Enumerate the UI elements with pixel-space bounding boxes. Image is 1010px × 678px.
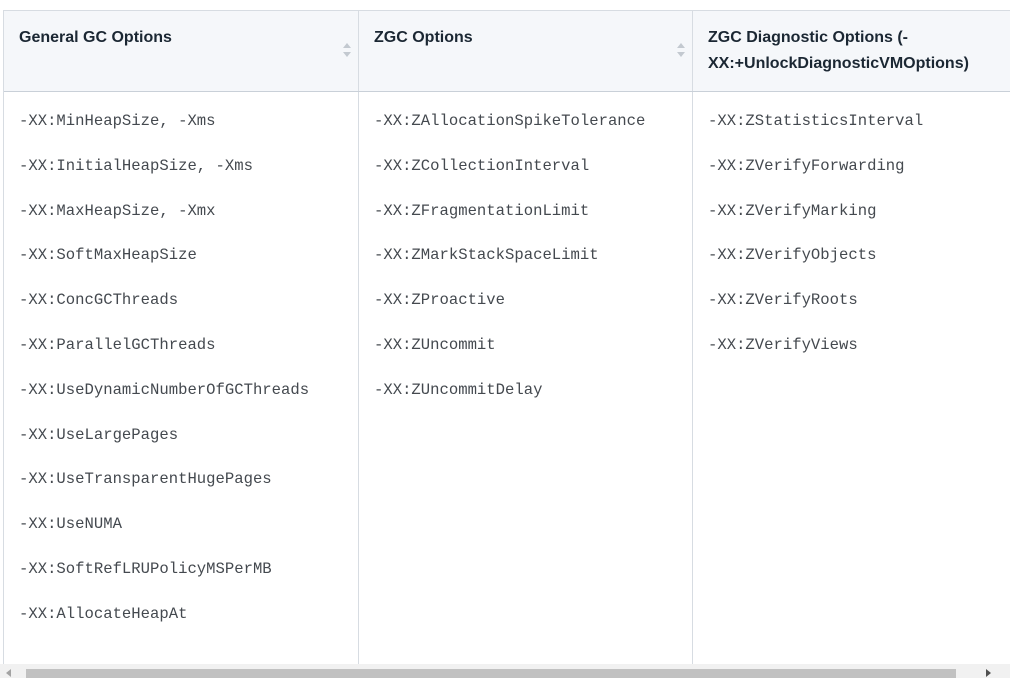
option-item: -XX:ZVerifyObjects	[708, 246, 877, 265]
column-header-general-gc-options[interactable]: General GC Options	[4, 11, 359, 91]
option-item: -XX:ZFragmentationLimit	[374, 201, 590, 220]
option-item: -XX:UseTransparentHugePages	[19, 470, 272, 489]
option-item: -XX:ParallelGCThreads	[19, 335, 216, 354]
option-item: -XX:ZUncommit	[374, 335, 496, 354]
option-item: -XX:MinHeapSize, -Xms	[19, 112, 216, 130]
option-item: -XX:ZMarkStackSpaceLimit	[374, 246, 599, 265]
option-item: -XX:ZUncommitDelay	[374, 380, 543, 399]
option-item: -XX:SoftMaxHeapSize	[19, 246, 197, 265]
option-item: -XX:ZAllocationSpikeTolerance	[374, 112, 646, 130]
option-item: -XX:AllocateHeapAt	[19, 604, 188, 623]
option-item: -XX:ZVerifyMarking	[708, 201, 877, 220]
column-header-label: ZGC Options	[374, 29, 473, 46]
option-item: -XX:UseDynamicNumberOfGCThreads	[19, 380, 310, 399]
table-body: -XX:MinHeapSize, -Xms -XX:InitialHeapSiz…	[4, 92, 1010, 672]
option-item: -XX:ZStatisticsInterval	[708, 112, 924, 130]
table-header: General GC Options ZGC Options ZGC Diagn…	[4, 11, 1010, 92]
table-cell-zgc-options: -XX:ZAllocationSpikeTolerance -XX:ZColle…	[359, 92, 693, 672]
scrollbar-thumb[interactable]	[26, 669, 956, 678]
option-item: -XX:MaxHeapSize, -Xmx	[19, 201, 216, 220]
option-item: -XX:ZProactive	[374, 291, 506, 310]
options-table-container: General GC Options ZGC Options ZGC Diagn…	[0, 0, 1010, 678]
sort-arrows-icon[interactable]	[342, 40, 352, 60]
option-item: -XX:ZVerifyViews	[708, 335, 858, 354]
table-cell-general-gc-options: -XX:MinHeapSize, -Xms -XX:InitialHeapSiz…	[4, 92, 359, 672]
option-item: -XX:ZVerifyRoots	[708, 291, 858, 310]
option-item: -XX:ConcGCThreads	[19, 291, 179, 310]
column-header-zgc-options[interactable]: ZGC Options	[359, 11, 693, 91]
column-header-label: General GC Options	[19, 29, 172, 46]
scroll-right-arrow-icon[interactable]	[986, 669, 991, 677]
option-item: -XX:UseNUMA	[19, 515, 122, 534]
sort-arrows-icon[interactable]	[676, 40, 686, 60]
option-item: -XX:InitialHeapSize, -Xms	[19, 156, 253, 175]
option-item: -XX:ZCollectionInterval	[374, 156, 590, 175]
gc-options-table: General GC Options ZGC Options ZGC Diagn…	[3, 10, 1010, 672]
column-header-label: ZGC Diagnostic Options (-XX:+UnlockDiagn…	[708, 29, 969, 72]
option-item: -XX:SoftRefLRUPolicyMSPerMB	[19, 559, 272, 578]
table-cell-zgc-diagnostic-options: -XX:ZStatisticsInterval -XX:ZVerifyForwa…	[693, 92, 1010, 672]
horizontal-scrollbar[interactable]	[0, 664, 1010, 678]
scroll-left-arrow-icon[interactable]	[6, 669, 11, 677]
option-item: -XX:ZVerifyForwarding	[708, 156, 905, 175]
column-header-zgc-diagnostic-options[interactable]: ZGC Diagnostic Options (-XX:+UnlockDiagn…	[693, 11, 1010, 91]
option-item: -XX:UseLargePages	[19, 425, 179, 444]
